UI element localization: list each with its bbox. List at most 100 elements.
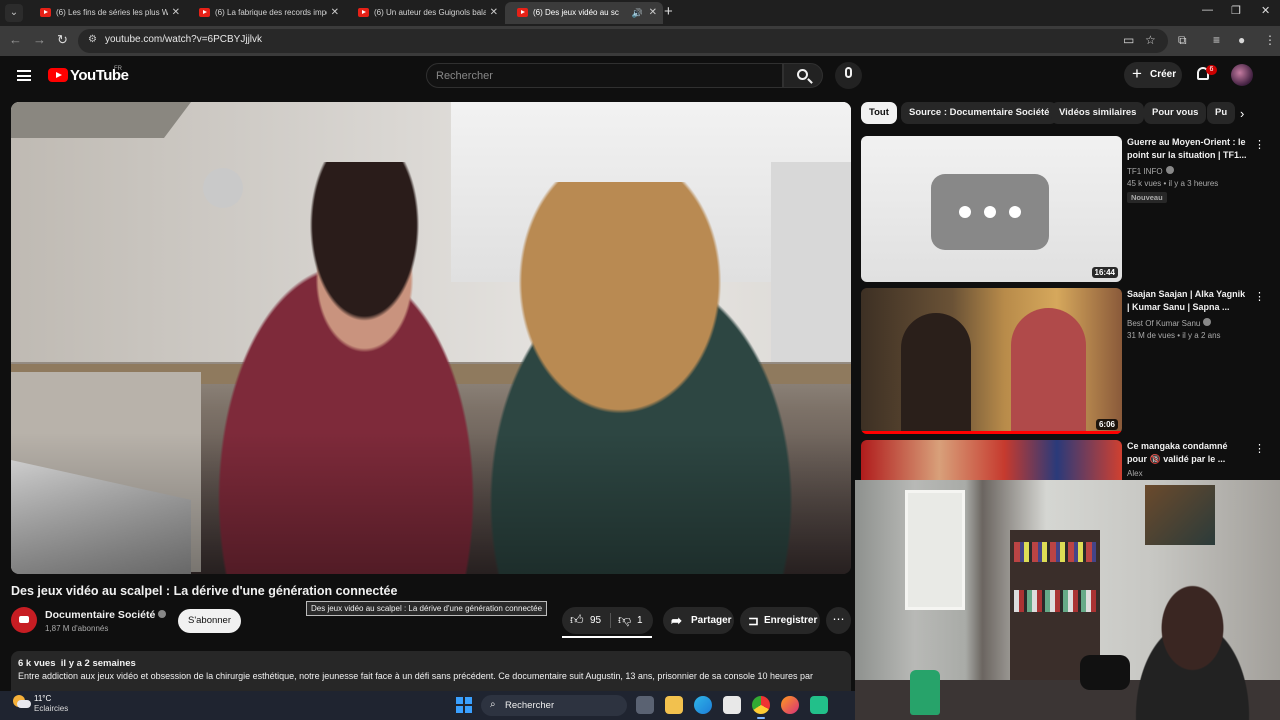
browser-tab-3[interactable]: (6) Un auteur des Guignols balance ✕ (346, 2, 504, 24)
thumbs-down-icon[interactable]: 👎︎ (618, 612, 631, 628)
recommendation-card-1[interactable]: 16:44 Guerre au Moyen-Orient : le point … (861, 136, 1271, 284)
site-info-icon[interactable]: ⚙ (88, 34, 97, 45)
account-avatar[interactable] (1231, 64, 1253, 86)
close-tab-icon[interactable]: ✕ (490, 2, 498, 24)
search-button[interactable] (783, 63, 823, 88)
subscriber-count: 1,87 M d'abonnés (45, 624, 109, 633)
webcam-window (905, 490, 965, 610)
thumbs-up-icon[interactable]: 👍︎ (570, 612, 584, 628)
recommendation-channel[interactable]: TF1 INFO (1127, 166, 1174, 176)
search-input[interactable]: Rechercher (426, 63, 783, 88)
voice-search-button[interactable] (835, 62, 862, 89)
channel-name-text: TF1 INFO (1127, 167, 1163, 176)
youtube-favicon-icon (358, 8, 369, 17)
create-button[interactable]: + Créer (1124, 62, 1182, 88)
minimize-icon[interactable]: — (1202, 4, 1213, 16)
bookmark-icon: ⊐ (748, 613, 759, 628)
audio-playing-icon[interactable]: 🔊 (632, 2, 643, 24)
extensions-icon[interactable]: ⧉ (1178, 33, 1187, 48)
share-arrow-icon: ➦ (671, 613, 682, 628)
weather-temperature[interactable]: 11°C (34, 694, 51, 703)
weather-condition[interactable]: Eclaircies (34, 704, 68, 713)
recommendation-thumbnail[interactable]: 6:06 (861, 288, 1122, 434)
youtube-favicon-icon (199, 8, 210, 17)
close-tab-icon[interactable]: ✕ (649, 2, 657, 24)
browser-tab-1[interactable]: (6) Les fins de séries les plus WTF ✕ (28, 2, 186, 24)
store-icon[interactable] (723, 696, 741, 714)
restore-icon[interactable]: ❐ (1231, 4, 1241, 17)
chip-partial[interactable]: Pu (1207, 102, 1236, 124)
recommendation-title[interactable]: Ce mangaka condamné pour 🔞 validé par le… (1127, 440, 1249, 465)
browser-menu-icon[interactable]: ⋮ (1264, 33, 1276, 47)
recommendation-card-3[interactable]: Ce mangaka condamné pour 🔞 validé par le… (861, 440, 1271, 480)
notification-count-badge: 6 (1206, 65, 1217, 75)
file-explorer-icon[interactable] (665, 696, 683, 714)
recommendation-stats: 31 M de vues • il y a 2 ans (1127, 331, 1221, 340)
app-launcher-icon[interactable] (810, 696, 828, 714)
recommendation-channel[interactable]: Alex (1127, 469, 1143, 478)
thumbnail-figure (1011, 308, 1086, 434)
tab-title: (6) La fabrique des records impossibles (215, 8, 327, 17)
forward-arrow-icon[interactable]: → (33, 32, 46, 47)
share-button[interactable]: ➦ Partager (663, 607, 734, 634)
new-tab-plus-icon[interactable]: + (664, 3, 673, 20)
search-icon: ⌕ (490, 699, 496, 710)
more-vert-icon[interactable]: ⋮ (1254, 442, 1265, 455)
bookmark-star-icon[interactable]: ☆ (1145, 33, 1156, 47)
chip-all[interactable]: Tout (861, 102, 897, 124)
taskbar-search[interactable]: ⌕ Rechercher (481, 695, 627, 716)
recommendation-title[interactable]: Saajan Saajan | Alka Yagnik | Kumar Sanu… (1127, 288, 1247, 313)
more-actions-icon[interactable]: ⋯ (826, 607, 851, 634)
chip-for-you[interactable]: Pour vous (1144, 102, 1207, 124)
filter-chips-bar: Tout Source : Documentaire Société Vidéo… (861, 102, 1256, 124)
video-player[interactable] (11, 102, 851, 574)
like-count[interactable]: 95 (590, 615, 601, 626)
browser-toolbar: ← → ↻ ⚙ youtube.com/watch?v=6PCBYJjjlvk … (0, 26, 1280, 56)
edge-browser-icon[interactable] (694, 696, 712, 714)
browser-tab-4-active[interactable]: (6) Des jeux vidéo au scalpel 🔊 ✕ (505, 2, 663, 24)
browser-tab-2[interactable]: (6) La fabrique des records impossibles … (187, 2, 345, 24)
chip-source-channel[interactable]: Source : Documentaire Société (901, 102, 1058, 124)
chip-similar-videos[interactable]: Vidéos similaires (1051, 102, 1145, 124)
weather-cloud-sun-icon[interactable] (13, 695, 31, 709)
recommendation-card-2[interactable]: 6:06 Saajan Saajan | Alka Yagnik | Kumar… (861, 288, 1271, 436)
cast-icon[interactable]: ▭ (1123, 33, 1134, 47)
save-button[interactable]: ⊐ Enregistrer (740, 607, 820, 634)
reload-icon[interactable]: ↻ (57, 32, 68, 48)
recommendation-thumbnail[interactable] (861, 440, 1122, 480)
windows-start-icon[interactable] (456, 697, 472, 713)
like-underline (562, 636, 652, 638)
dislike-count[interactable]: 1 (637, 615, 643, 626)
search-placeholder: Rechercher (436, 70, 493, 82)
address-bar[interactable]: ⚙ youtube.com/watch?v=6PCBYJjjlvk ▭ ☆ (78, 29, 1168, 53)
country-code: FR (114, 66, 122, 72)
new-badge: Nouveau (1127, 192, 1167, 203)
recommendation-thumbnail[interactable]: 16:44 (861, 136, 1122, 282)
recommendation-channel[interactable]: Best Of Kumar Sanu (1127, 318, 1212, 328)
channel-name-text: Best Of Kumar Sanu (1127, 319, 1201, 328)
media-control-icon[interactable]: ≡ (1213, 33, 1220, 47)
tab-search-icon[interactable]: ⌄ (5, 4, 23, 22)
channel-avatar[interactable] (11, 607, 37, 633)
tab-title: (6) Des jeux vidéo au scalpel (533, 8, 619, 17)
chevron-right-icon[interactable]: › (1240, 106, 1244, 121)
tab-title: (6) Les fins de séries les plus WTF (56, 8, 168, 17)
recommendation-title[interactable]: Guerre au Moyen-Orient : le point sur la… (1127, 136, 1247, 161)
profile-icon[interactable]: ● (1238, 33, 1245, 47)
close-tab-icon[interactable]: ✕ (331, 2, 339, 24)
search-icon (797, 69, 808, 80)
chrome-browser-icon[interactable] (752, 696, 770, 719)
close-tab-icon[interactable]: ✕ (172, 2, 180, 24)
more-vert-icon[interactable]: ⋮ (1254, 138, 1265, 151)
description-box[interactable]: 6 k vues il y a 2 semaines Entre addicti… (11, 651, 851, 691)
firefox-icon[interactable] (781, 696, 799, 714)
channel-name[interactable]: Documentaire Société (45, 609, 167, 621)
task-view-icon[interactable] (636, 696, 654, 714)
browser-tab-strip: ⌄ (6) Les fins de séries les plus WTF ✕ … (0, 0, 1280, 26)
back-arrow-icon[interactable]: ← (9, 32, 22, 47)
youtube-logo-icon[interactable] (48, 68, 68, 82)
close-window-icon[interactable]: ✕ (1261, 4, 1270, 17)
more-vert-icon[interactable]: ⋮ (1254, 290, 1265, 303)
subscribe-button[interactable]: S'abonner (178, 609, 241, 633)
hamburger-menu-icon[interactable] (17, 70, 31, 81)
